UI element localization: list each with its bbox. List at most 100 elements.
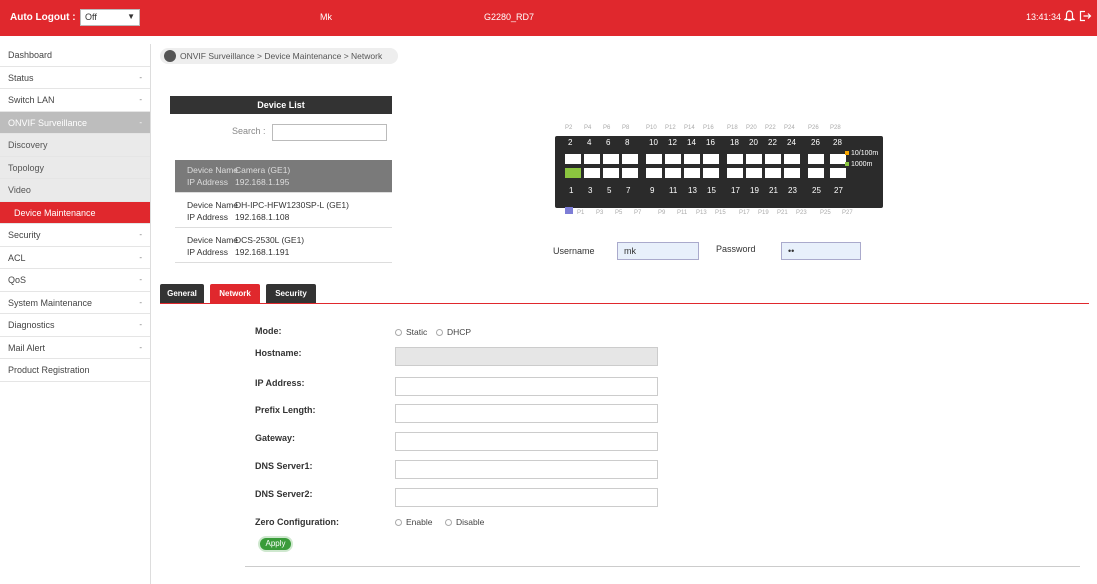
port-P19[interactable] <box>746 168 762 182</box>
port-P3[interactable] <box>584 168 600 182</box>
zero-enable-radio[interactable]: Enable <box>395 517 432 527</box>
tab-network[interactable]: Network <box>210 284 260 304</box>
port-P24[interactable] <box>784 150 800 164</box>
sidebar-item-onvif-surveillance[interactable]: ONVIF Surveillance - <box>0 111 150 134</box>
port-top-label: P16 <box>703 125 714 131</box>
port-P8[interactable] <box>622 150 638 164</box>
sidebar-item-label: ONVIF Surveillance <box>8 117 88 128</box>
port-number: 19 <box>750 186 759 195</box>
password-input[interactable]: •• <box>781 242 861 260</box>
sidebar-item-system-maintenance[interactable]: System Maintenance - <box>0 292 150 314</box>
port-top-label: P10 <box>646 125 657 131</box>
port-P22[interactable] <box>765 150 781 164</box>
port-number: 21 <box>769 186 778 195</box>
mode-label: Mode: <box>255 326 282 336</box>
sidebar-item-device-maintenance[interactable]: Device Maintenance <box>0 201 150 224</box>
port-P12[interactable] <box>665 150 681 164</box>
port-number: 3 <box>588 186 593 195</box>
zero-disable-radio[interactable]: Disable <box>445 517 484 527</box>
sidebar-item-product-registration[interactable]: Product Registration <box>0 359 150 382</box>
port-P10[interactable] <box>646 150 662 164</box>
tab-security[interactable]: Security <box>266 284 316 304</box>
port-bottom-label: P27 <box>842 210 853 216</box>
port-P21[interactable] <box>765 168 781 182</box>
auto-logout-value: Off <box>85 12 97 22</box>
port-P27[interactable] <box>830 168 846 182</box>
port-top-label: P24 <box>784 125 795 131</box>
port-top-label: P18 <box>727 125 738 131</box>
sidebar-item-switch-lan[interactable]: Switch LAN - <box>0 89 150 112</box>
port-P28[interactable] <box>830 150 846 164</box>
console-port-icon <box>565 207 573 214</box>
mode-dhcp-radio[interactable]: DHCP <box>436 327 471 337</box>
port-P1[interactable] <box>565 168 581 182</box>
port-P25[interactable] <box>808 168 824 182</box>
port-P15[interactable] <box>703 168 719 182</box>
device-row[interactable]: Device Name IP Address DCS-2530L (GE1) 1… <box>175 230 392 263</box>
apply-button[interactable]: Apply <box>258 536 293 552</box>
device-row[interactable]: Device Name IP Address DH-IPC-HFW1230SP-… <box>175 195 392 228</box>
sidebar-item-discovery[interactable]: Discovery <box>0 134 150 157</box>
port-bottom-label: P7 <box>634 210 642 216</box>
dns-server1-label: DNS Server1: <box>255 461 313 471</box>
bell-icon[interactable] <box>1063 10 1076 25</box>
port-bottom-label: P1 <box>577 210 585 216</box>
mode-static-radio[interactable]: Static <box>395 327 427 337</box>
device-row[interactable]: Device Name IP Address Camera (GE1) 192.… <box>175 160 392 193</box>
port-P11[interactable] <box>665 168 681 182</box>
port-P5[interactable] <box>603 168 619 182</box>
auto-logout-select[interactable]: Off ▼ <box>80 9 140 26</box>
port-P18[interactable] <box>727 150 743 164</box>
clock: 13:41:34 <box>1026 12 1062 22</box>
sidebar-item-mail-alert[interactable]: Mail Alert - <box>0 337 150 359</box>
port-P20[interactable] <box>746 150 762 164</box>
dns-server2-label: DNS Server2: <box>255 489 313 499</box>
port-P14[interactable] <box>684 150 700 164</box>
port-bottom-label: P15 <box>715 210 726 216</box>
port-P2[interactable] <box>565 150 581 164</box>
dns-server2-input[interactable] <box>395 488 658 507</box>
port-P23[interactable] <box>784 168 800 182</box>
sidebar-item-status[interactable]: Status - <box>0 67 150 89</box>
port-P6[interactable] <box>603 150 619 164</box>
hostname-input[interactable] <box>395 347 658 366</box>
expand-icon: - <box>139 95 142 104</box>
ip-address-input[interactable] <box>395 377 658 396</box>
port-P4[interactable] <box>584 150 600 164</box>
sidebar-item-acl[interactable]: ACL - <box>0 247 150 269</box>
sidebar-item-qos[interactable]: QoS - <box>0 269 150 292</box>
prefix-length-input[interactable] <box>395 404 658 423</box>
sidebar-item-topology[interactable]: Topology <box>0 156 150 179</box>
username-input[interactable]: mk <box>617 242 699 260</box>
port-P13[interactable] <box>684 168 700 182</box>
port-number: 6 <box>606 138 611 147</box>
dns-server1-input[interactable] <box>395 460 658 479</box>
port-number: 1 <box>569 186 574 195</box>
ip-address-label: IP Address <box>187 212 228 222</box>
globe-icon <box>164 50 176 62</box>
port-P16[interactable] <box>703 150 719 164</box>
legend-label: 10/100m <box>851 150 879 157</box>
port-top-label: P2 <box>565 125 573 131</box>
sidebar-item-label: Security <box>8 230 41 240</box>
port-P26[interactable] <box>808 150 824 164</box>
port-P9[interactable] <box>646 168 662 182</box>
search-input[interactable] <box>272 124 387 141</box>
port-P17[interactable] <box>727 168 743 182</box>
port-number: 26 <box>811 138 820 147</box>
radio-icon <box>395 519 402 526</box>
tab-divider <box>160 303 1089 304</box>
device-name-value: Camera (GE1) <box>235 165 291 175</box>
gateway-input[interactable] <box>395 432 658 451</box>
logout-icon[interactable] <box>1079 10 1092 25</box>
sidebar-item-video[interactable]: Video <box>0 179 150 202</box>
legend-label: 1000m <box>851 161 873 168</box>
username-label: Username <box>553 246 595 256</box>
sidebar-item-diagnostics[interactable]: Diagnostics - <box>0 314 150 337</box>
sidebar-item-dashboard[interactable]: Dashboard <box>0 44 150 67</box>
port-P7[interactable] <box>622 168 638 182</box>
sidebar-item-label: ACL <box>8 252 26 263</box>
sidebar-item-security[interactable]: Security - <box>0 224 150 247</box>
tab-general[interactable]: General <box>160 284 204 304</box>
port-top-label: P6 <box>603 125 611 131</box>
